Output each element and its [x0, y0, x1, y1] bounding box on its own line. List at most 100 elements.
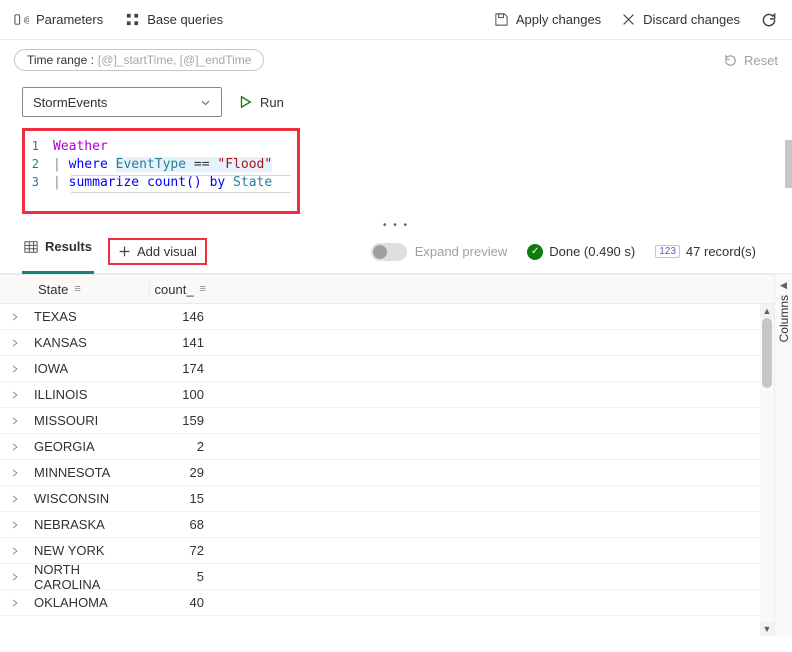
timerange-label: Time range :	[27, 53, 94, 67]
cell-count: 5	[150, 569, 214, 584]
expand-row-icon[interactable]	[0, 468, 30, 478]
cell-state: NORTH CAROLINA	[30, 562, 150, 592]
run-button[interactable]: Run	[238, 95, 284, 110]
columns-side-panel[interactable]: ◀ Columns	[774, 274, 792, 636]
line-number: 1	[29, 139, 53, 153]
table-row[interactable]: MISSOURI159	[0, 408, 792, 434]
cell-count: 72	[150, 543, 214, 558]
column-menu-icon[interactable]: ≡	[200, 283, 206, 295]
scroll-down-icon[interactable]: ▼	[760, 622, 774, 636]
expand-row-icon[interactable]	[0, 338, 30, 348]
expand-row-icon[interactable]	[0, 572, 30, 582]
line-number: 3	[29, 175, 53, 189]
expand-row-icon[interactable]	[0, 416, 30, 426]
datasource-value: StormEvents	[33, 95, 107, 110]
chevron-down-icon	[200, 97, 211, 108]
base-queries-button[interactable]: Base queries	[125, 12, 223, 27]
record-count: 123 47 record(s)	[655, 244, 756, 259]
line-number: 2	[29, 157, 53, 171]
expand-row-icon[interactable]	[0, 312, 30, 322]
table-row[interactable]: NEW YORK72	[0, 538, 792, 564]
reset-button[interactable]: Reset	[723, 53, 778, 68]
tab-results[interactable]: Results	[22, 231, 94, 274]
column-header-state[interactable]: State ≡	[30, 282, 150, 297]
refresh-icon[interactable]	[760, 11, 778, 29]
token-string: "Flood"	[217, 157, 272, 172]
tab-results-label: Results	[45, 239, 92, 254]
cell-count: 174	[150, 361, 214, 376]
token-keyword: summarize	[69, 175, 139, 190]
table-row[interactable]: TEXAS146	[0, 304, 792, 330]
table-row[interactable]: MINNESOTA29	[0, 460, 792, 486]
expand-row-icon[interactable]	[0, 494, 30, 504]
token-pipe: |	[53, 175, 69, 190]
add-visual-label: Add visual	[137, 244, 197, 259]
triangle-left-icon: ◀	[780, 280, 787, 291]
expand-row-icon[interactable]	[0, 442, 30, 452]
parameters-button[interactable]: @ Parameters	[14, 12, 103, 27]
vertical-scrollbar[interactable]: ▲ ▼	[760, 304, 774, 636]
cell-count: 159	[150, 413, 214, 428]
add-visual-button[interactable]: Add visual	[108, 238, 207, 265]
expand-row-icon[interactable]	[0, 520, 30, 530]
timerange-pill[interactable]: Time range : [@]_startTime, [@]_endTime	[14, 49, 264, 71]
cell-state: KANSAS	[30, 335, 150, 350]
column-menu-icon[interactable]: ≡	[74, 283, 80, 295]
table-row[interactable]: IOWA174	[0, 356, 792, 382]
reset-label: Reset	[744, 53, 778, 68]
resize-handle[interactable]: • • •	[0, 220, 792, 230]
query-bar: StormEvents Run	[0, 80, 792, 124]
cell-count: 2	[150, 439, 214, 454]
table-row[interactable]: KANSAS141	[0, 330, 792, 356]
table-row[interactable]: OKLAHOMA40	[0, 590, 792, 616]
cell-state: MINNESOTA	[30, 465, 150, 480]
parameters-icon: @	[14, 12, 29, 27]
table-row[interactable]: WISCONSIN15	[0, 486, 792, 512]
close-icon	[621, 12, 636, 27]
discard-changes-button[interactable]: Discard changes	[621, 12, 740, 27]
cell-state: OKLAHOMA	[30, 595, 150, 610]
run-label: Run	[260, 95, 284, 110]
cell-state: NEW YORK	[30, 543, 150, 558]
table-row[interactable]: GEORGIA2	[0, 434, 792, 460]
timerange-bar: Time range : [@]_startTime, [@]_endTime …	[0, 40, 792, 80]
token-table: Weather	[53, 139, 108, 154]
cell-state: TEXAS	[30, 309, 150, 324]
status-done: ✓ Done (0.490 s)	[527, 244, 635, 260]
table-row[interactable]: ILLINOIS100	[0, 382, 792, 408]
scrollbar-thumb[interactable]	[762, 318, 772, 388]
results-grid[interactable]: State ≡ count_ ≡ TEXAS146KANSAS141IOWA17…	[0, 274, 792, 636]
token-identifier: State	[233, 175, 272, 190]
expand-preview-label: Expand preview	[415, 244, 508, 259]
apply-changes-button[interactable]: Apply changes	[494, 12, 601, 27]
table-row[interactable]: NEBRASKA68	[0, 512, 792, 538]
token-keyword: where	[69, 157, 108, 172]
top-toolbar: @ Parameters Base queries Apply changes …	[0, 0, 792, 40]
query-editor[interactable]: 1Weather 2| where EventType == "Flood" 3…	[22, 128, 300, 214]
minimap-marker	[785, 140, 792, 188]
expand-row-icon[interactable]	[0, 598, 30, 608]
token-function: count()	[147, 175, 202, 190]
parameters-label: Parameters	[36, 12, 103, 27]
cell-count: 29	[150, 465, 214, 480]
expand-row-icon[interactable]	[0, 546, 30, 556]
svg-text:@: @	[23, 14, 29, 24]
expand-preview-toggle[interactable]: Expand preview	[371, 243, 508, 261]
expand-row-icon[interactable]	[0, 364, 30, 374]
column-header-count[interactable]: count_ ≡	[150, 282, 214, 297]
toggle-switch[interactable]	[371, 243, 407, 261]
status-done-label: Done (0.490 s)	[549, 244, 635, 259]
plus-icon	[118, 245, 131, 258]
scroll-up-icon[interactable]: ▲	[760, 304, 774, 318]
check-circle-icon: ✓	[527, 244, 543, 260]
expand-row-icon[interactable]	[0, 390, 30, 400]
cell-count: 146	[150, 309, 214, 324]
timerange-params: [@]_startTime, [@]_endTime	[98, 53, 252, 67]
save-icon	[494, 12, 509, 27]
record-count-label: 47 record(s)	[686, 244, 756, 259]
results-grid-wrap: State ≡ count_ ≡ TEXAS146KANSAS141IOWA17…	[0, 274, 792, 636]
datasource-dropdown[interactable]: StormEvents	[22, 87, 222, 117]
table-row[interactable]: NORTH CAROLINA5	[0, 564, 792, 590]
token-operator: ==	[194, 157, 210, 172]
token-pipe: |	[53, 157, 69, 172]
